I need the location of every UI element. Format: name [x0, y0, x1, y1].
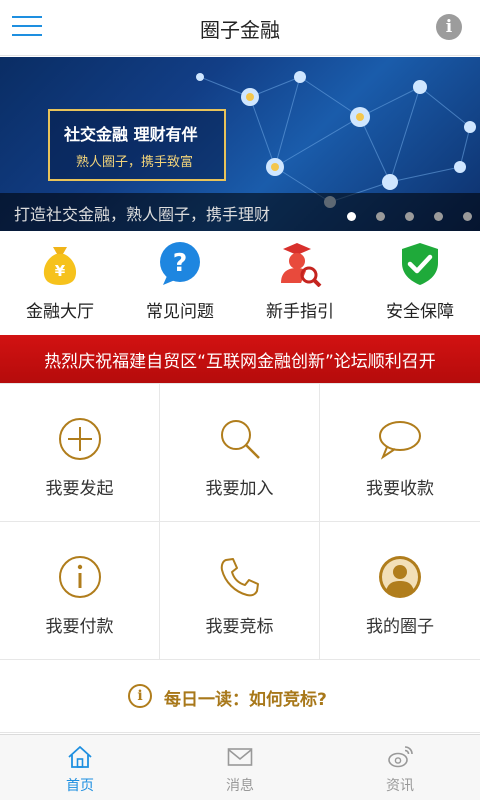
tab-news[interactable]: 资讯: [320, 735, 480, 801]
user-search-icon: [281, 243, 322, 287]
banner-headline: 社交金融 理财有伴: [64, 125, 198, 144]
action-initiate[interactable]: 我要发起: [0, 384, 160, 522]
daily-read-text: 每日一读：如何竞标?: [164, 690, 327, 710]
page-title: 圈子金融: [200, 18, 280, 42]
tab-label: 资讯: [386, 778, 414, 794]
question-icon: ?: [160, 242, 200, 285]
weibo-icon: [388, 746, 413, 768]
carousel-dot[interactable]: [434, 212, 443, 221]
banner-slogan: 熟人圈子，携手致富: [76, 155, 194, 170]
plus-circle-icon: [59, 418, 101, 460]
carousel-dot[interactable]: [376, 212, 385, 221]
announcement-text: 热烈庆祝福建自贸区“互联网金融创新”论坛顺利召开: [44, 352, 436, 372]
quick-link-beginner-guide[interactable]: 新手指引: [240, 231, 360, 335]
action-label: 我的圈子: [366, 617, 434, 637]
carousel-dot[interactable]: [347, 212, 356, 221]
tab-label: 首页: [66, 778, 94, 794]
tab-label: 消息: [226, 778, 254, 794]
action-bid[interactable]: 我要竞标: [160, 522, 320, 660]
carousel-indicator: [327, 206, 472, 221]
quick-link-finance-hall[interactable]: ¥ 金融大厅: [0, 231, 120, 335]
banner-headline-box: 社交金融 理财有伴 熟人圈子，携手致富: [48, 109, 226, 181]
info-circle-icon: [59, 556, 101, 598]
action-label: 我要发起: [45, 479, 114, 499]
info-circle-icon: i: [128, 684, 152, 708]
action-my-circle[interactable]: 我的圈子: [320, 522, 480, 660]
search-icon: [221, 420, 260, 459]
quick-links: ¥ 金融大厅 ? 常见问题 新手指引 安全保障: [0, 231, 480, 335]
top-bar: 圈子金融 i: [0, 0, 480, 56]
quick-link-label: 新手指引: [266, 302, 334, 322]
quick-link-label: 安全保障: [386, 302, 454, 322]
action-grid: 我要发起 我要加入 我要收款 我要付款 我要竞标 我的圈子: [0, 383, 480, 661]
quick-link-label: 常见问题: [146, 302, 214, 322]
tab-messages[interactable]: 消息: [160, 735, 320, 801]
daily-read: i 每日一读：如何竞标?: [0, 661, 480, 733]
banner-caption-bar: 打造社交金融，熟人圈子，携手理财: [0, 193, 480, 231]
info-icon[interactable]: i: [436, 14, 462, 40]
action-label: 我要收款: [366, 479, 434, 499]
mail-icon: [227, 748, 253, 766]
svg-text:¥: ¥: [55, 262, 66, 280]
action-label: 我要竞标: [205, 617, 274, 637]
home-icon: [68, 746, 92, 768]
carousel-dot[interactable]: [463, 212, 472, 221]
chat-bubble-icon: [379, 421, 421, 460]
user-circle-icon: [379, 556, 421, 598]
svg-text:?: ?: [173, 248, 188, 277]
tab-home[interactable]: 首页: [0, 735, 160, 801]
promo-banner[interactable]: 社交金融 理财有伴 熟人圈子，携手致富 打造社交金融，熟人圈子，携手理财: [0, 57, 480, 231]
money-bag-icon: ¥: [43, 247, 77, 285]
action-pay[interactable]: 我要付款: [0, 522, 160, 660]
bottom-navigation: 首页 消息 资讯: [0, 734, 480, 800]
action-receive[interactable]: 我要收款: [320, 384, 480, 522]
quick-link-faq[interactable]: ? 常见问题: [120, 231, 240, 335]
quick-link-security[interactable]: 安全保障: [360, 231, 480, 335]
shield-check-icon: [402, 243, 438, 285]
action-label: 我要加入: [205, 479, 274, 499]
carousel-dot[interactable]: [405, 212, 414, 221]
quick-link-label: 金融大厅: [26, 302, 94, 322]
announcement-banner[interactable]: 热烈庆祝福建自贸区“互联网金融创新”论坛顺利召开: [0, 335, 480, 383]
action-join[interactable]: 我要加入: [160, 384, 320, 522]
banner-caption: 打造社交金融，熟人圈子，携手理财: [14, 205, 271, 224]
phone-icon: [220, 558, 259, 597]
action-label: 我要付款: [45, 617, 114, 637]
